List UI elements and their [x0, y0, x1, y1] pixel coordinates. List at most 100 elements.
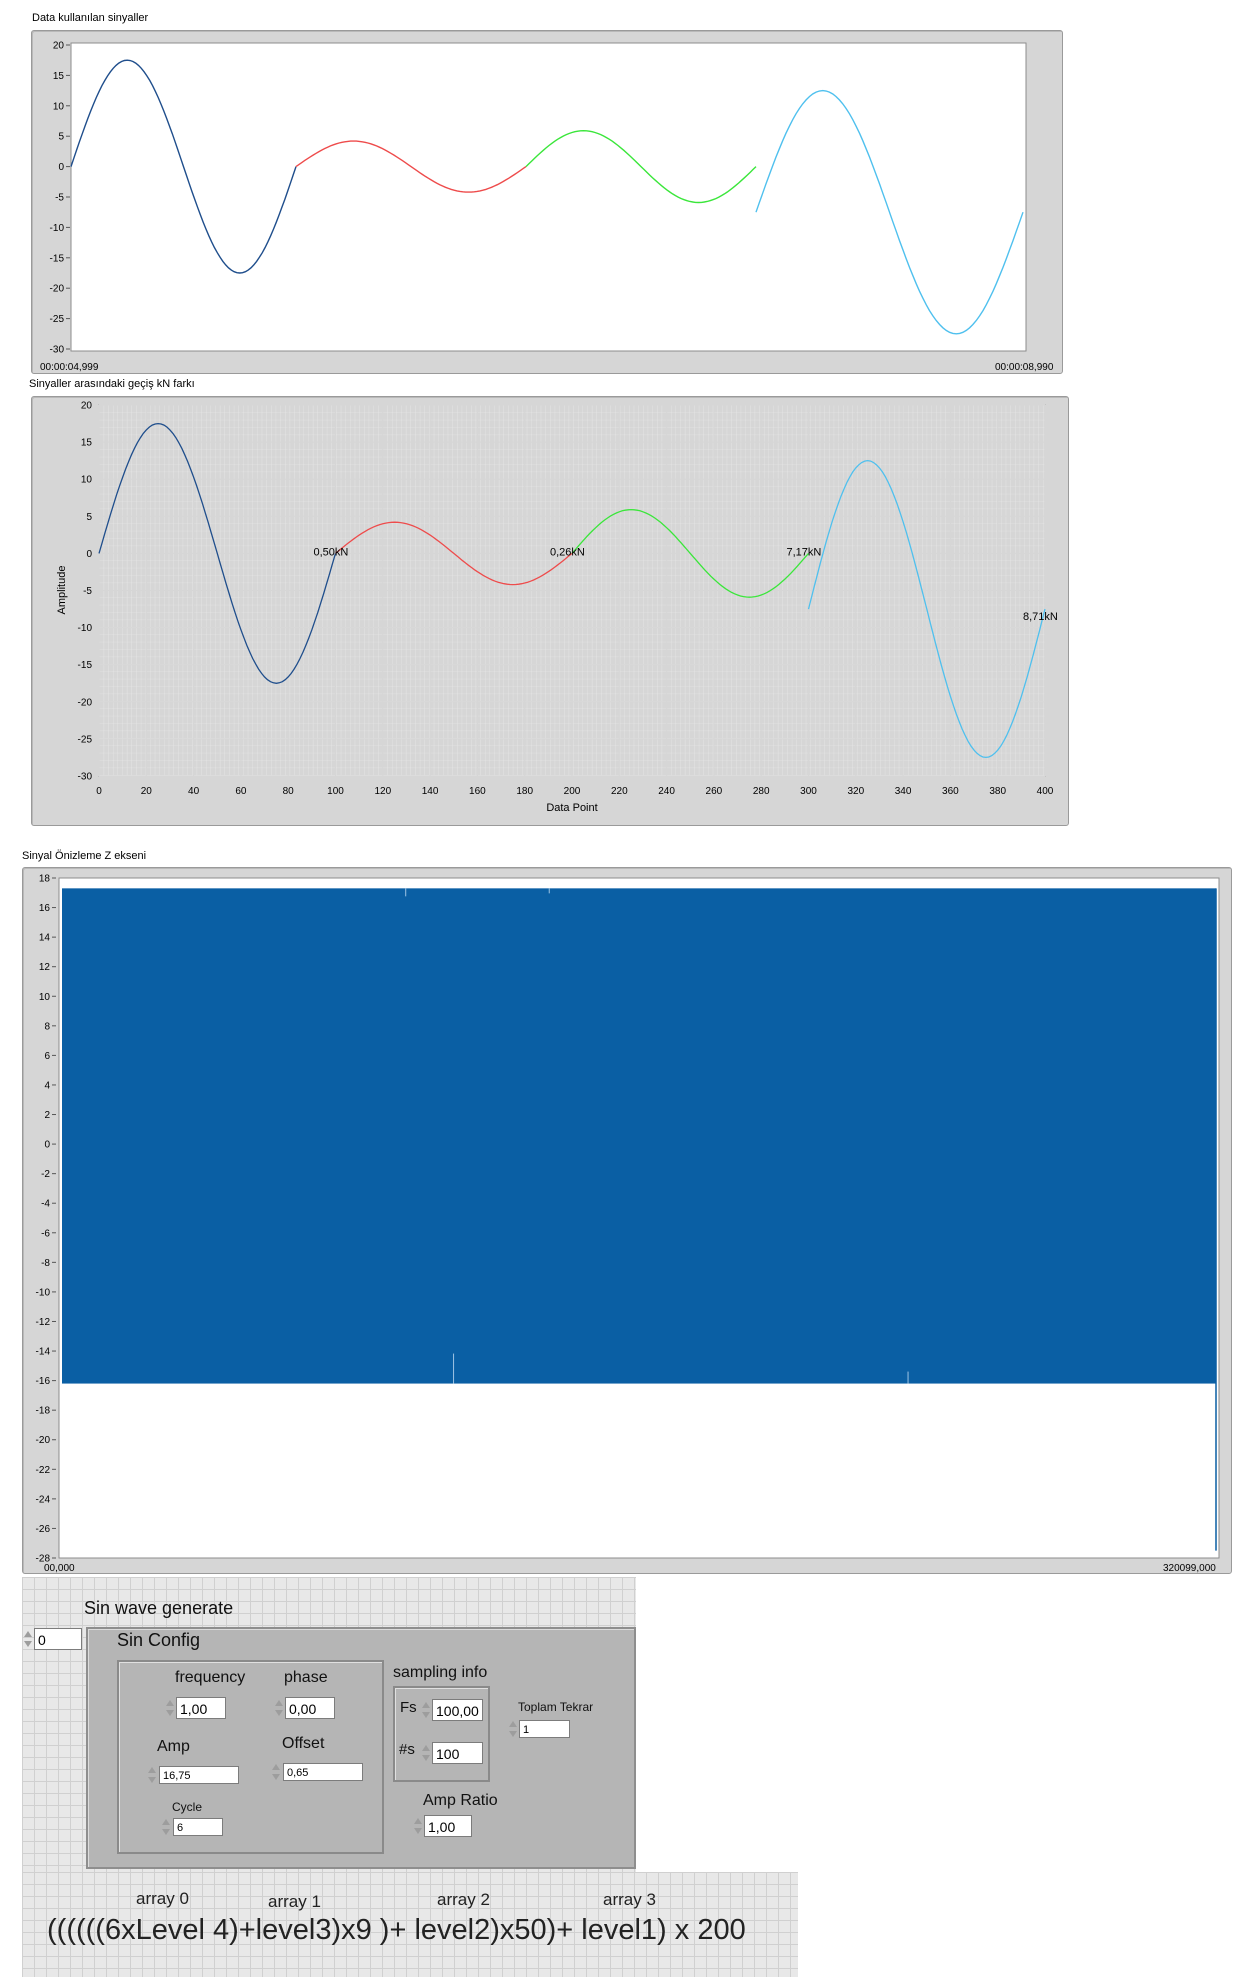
phase-field[interactable]: 0,00 [285, 1697, 335, 1719]
bottom-ytick-label: 2 [44, 1110, 50, 1121]
bottom-graph[interactable]: 18 16 14 12 10 8 6 4 2 0 -2 -4 -6 -8 -10 -12 -14 -16 -18 -2… [23, 868, 1231, 1573]
bottom-ytick-label: 12 [39, 962, 51, 973]
sampling-info-title: sampling info [393, 1664, 488, 1681]
bottom-ytick-label: 8 [44, 1021, 50, 1032]
amp-label: Amp [157, 1738, 190, 1755]
bottom-ytick-label: -16 [36, 1376, 51, 1387]
top-ytick-label: 20 [53, 41, 65, 52]
top-graph-frame: 20 15 10 5 0 -5 -10 -15 -20 -25 -30 00:00:04,999 0… [31, 30, 1063, 374]
cycle-spinner[interactable] [161, 1816, 170, 1838]
bottom-ytick-label: -4 [41, 1199, 50, 1210]
amp-ratio-field[interactable]: 1,00 [424, 1815, 472, 1837]
offset-field[interactable]: 0,65 [283, 1763, 363, 1781]
frequency-spinner[interactable] [165, 1697, 174, 1719]
middle-graph[interactable]: 20 15 10 5 0 -5 -10 -15 -20 -25 -30 0 20 40 60 80 100 12… [32, 397, 1068, 825]
middle-ytick-label: 20 [81, 401, 93, 412]
top-ytick-label: -30 [50, 345, 65, 356]
top-graph-plot-area [70, 42, 1027, 352]
toplam-tekrar-spinner[interactable] [508, 1718, 517, 1740]
array-0-label: array 0 [136, 1889, 189, 1908]
toplam-tekrar-field[interactable]: 1 [519, 1720, 570, 1738]
frequency-field[interactable]: 1,00 [176, 1697, 226, 1719]
top-x-end-label: 00:00:08,990 [995, 362, 1054, 373]
middle-ylabel: Amplitude [56, 566, 68, 615]
top-ytick-label: 10 [53, 101, 65, 112]
middle-xtick-label: 360 [942, 786, 959, 797]
middle-ytick-label: -20 [78, 697, 93, 708]
bottom-x-start-label: 00,000 [44, 1563, 75, 1573]
top-graph[interactable]: 20 15 10 5 0 -5 -10 -15 -20 -25 -30 00:00:04,999 0… [32, 31, 1062, 374]
ns-field[interactable]: 100 [432, 1742, 483, 1764]
bottom-ytick-label: 6 [44, 1051, 50, 1062]
middle-xtick-label: 20 [141, 786, 153, 797]
middle-xtick-label: 80 [283, 786, 295, 797]
bottom-ytick-label: -14 [36, 1347, 51, 1358]
frequency-label: frequency [175, 1669, 246, 1686]
top-ytick-label: -20 [50, 284, 65, 295]
phase-label: phase [284, 1669, 328, 1686]
fs-spinner[interactable] [421, 1699, 430, 1721]
middle-ytick-label: 5 [86, 512, 92, 523]
middle-xtick-label: 340 [895, 786, 912, 797]
bottom-ytick-label: 14 [39, 933, 51, 944]
top-ytick-label: 15 [53, 71, 65, 82]
bottom-ytick-label: -18 [36, 1406, 51, 1417]
index-spinner[interactable] [23, 1628, 32, 1650]
top-ytick-label: -5 [55, 193, 64, 204]
middle-xtick-label: 220 [611, 786, 628, 797]
array-2-label: array 2 [437, 1890, 490, 1909]
bottom-ytick-label: -6 [41, 1228, 50, 1239]
offset-spinner[interactable] [271, 1761, 280, 1783]
bottom-ytick-label: -2 [41, 1169, 50, 1180]
middle-ytick-label: -30 [78, 772, 93, 783]
middle-ytick-label: -5 [83, 586, 92, 597]
offset-label: Offset [282, 1735, 325, 1752]
level-formula: ((((((6xLevel 4)+level3)x9 )+ level2)x50… [47, 1914, 746, 1946]
amp-ratio-spinner[interactable] [413, 1815, 422, 1837]
middle-ytick-label: -25 [78, 734, 93, 745]
top-ytick-label: -25 [50, 314, 65, 325]
middle-annotation-label: 8,71kN [1023, 611, 1058, 623]
middle-graph-frame: 20 15 10 5 0 -5 -10 -15 -20 -25 -30 0 20 40 60 80 100 12… [31, 396, 1069, 826]
cycle-label: Cycle [172, 1800, 203, 1814]
top-ytick-label: 5 [58, 132, 64, 143]
middle-ytick-label: -15 [78, 660, 93, 671]
middle-xtick-label: 400 [1037, 786, 1054, 797]
middle-annotation-label: 0,50kN [314, 546, 349, 558]
middle-ytick-label: 10 [81, 475, 93, 486]
bottom-ytick-label: 4 [44, 1080, 50, 1091]
top-x-start-label: 00:00:04,999 [40, 362, 99, 373]
middle-xtick-label: 100 [327, 786, 344, 797]
fs-label: Fs [400, 1699, 417, 1716]
amp-spinner[interactable] [147, 1764, 156, 1786]
toplam-tekrar-label: Toplam Tekrar [518, 1700, 594, 1714]
phase-spinner[interactable] [274, 1697, 283, 1719]
amp-ratio-label: Amp Ratio [423, 1792, 498, 1809]
fs-field[interactable]: 100,00 [432, 1699, 483, 1721]
middle-annotation-label: 0,26kN [550, 546, 585, 558]
top-ytick-label: -10 [50, 223, 65, 234]
bottom-ytick-label: -22 [36, 1465, 51, 1476]
bottom-ytick-label: -8 [41, 1258, 50, 1269]
ns-label: #s [399, 1741, 415, 1758]
middle-annotation-label: 7,17kN [787, 546, 822, 558]
bottom-ytick-label: -12 [36, 1317, 51, 1328]
middle-xlabel: Data Point [546, 802, 597, 814]
sin-wave-title: Sin wave generate [84, 1598, 234, 1618]
middle-xtick-label: 260 [706, 786, 723, 797]
bottom-signal-fill [62, 888, 1216, 1384]
cycle-field[interactable]: 6 [173, 1818, 223, 1836]
middle-xtick-label: 120 [374, 786, 391, 797]
amp-field[interactable]: 16,75 [159, 1766, 239, 1784]
middle-xtick-label: 60 [235, 786, 247, 797]
ns-spinner[interactable] [421, 1742, 430, 1764]
array-3-label: array 3 [603, 1890, 656, 1909]
bottom-ytick-label: -24 [36, 1494, 51, 1505]
index-field[interactable]: 0 [34, 1628, 82, 1650]
bottom-ytick-label: 0 [44, 1140, 50, 1151]
bottom-ytick-label: -10 [36, 1287, 51, 1298]
middle-xtick-label: 200 [564, 786, 581, 797]
middle-ytick-label: -10 [78, 623, 93, 634]
sin-config-title: Sin Config [117, 1630, 201, 1650]
middle-xtick-label: 0 [96, 786, 102, 797]
